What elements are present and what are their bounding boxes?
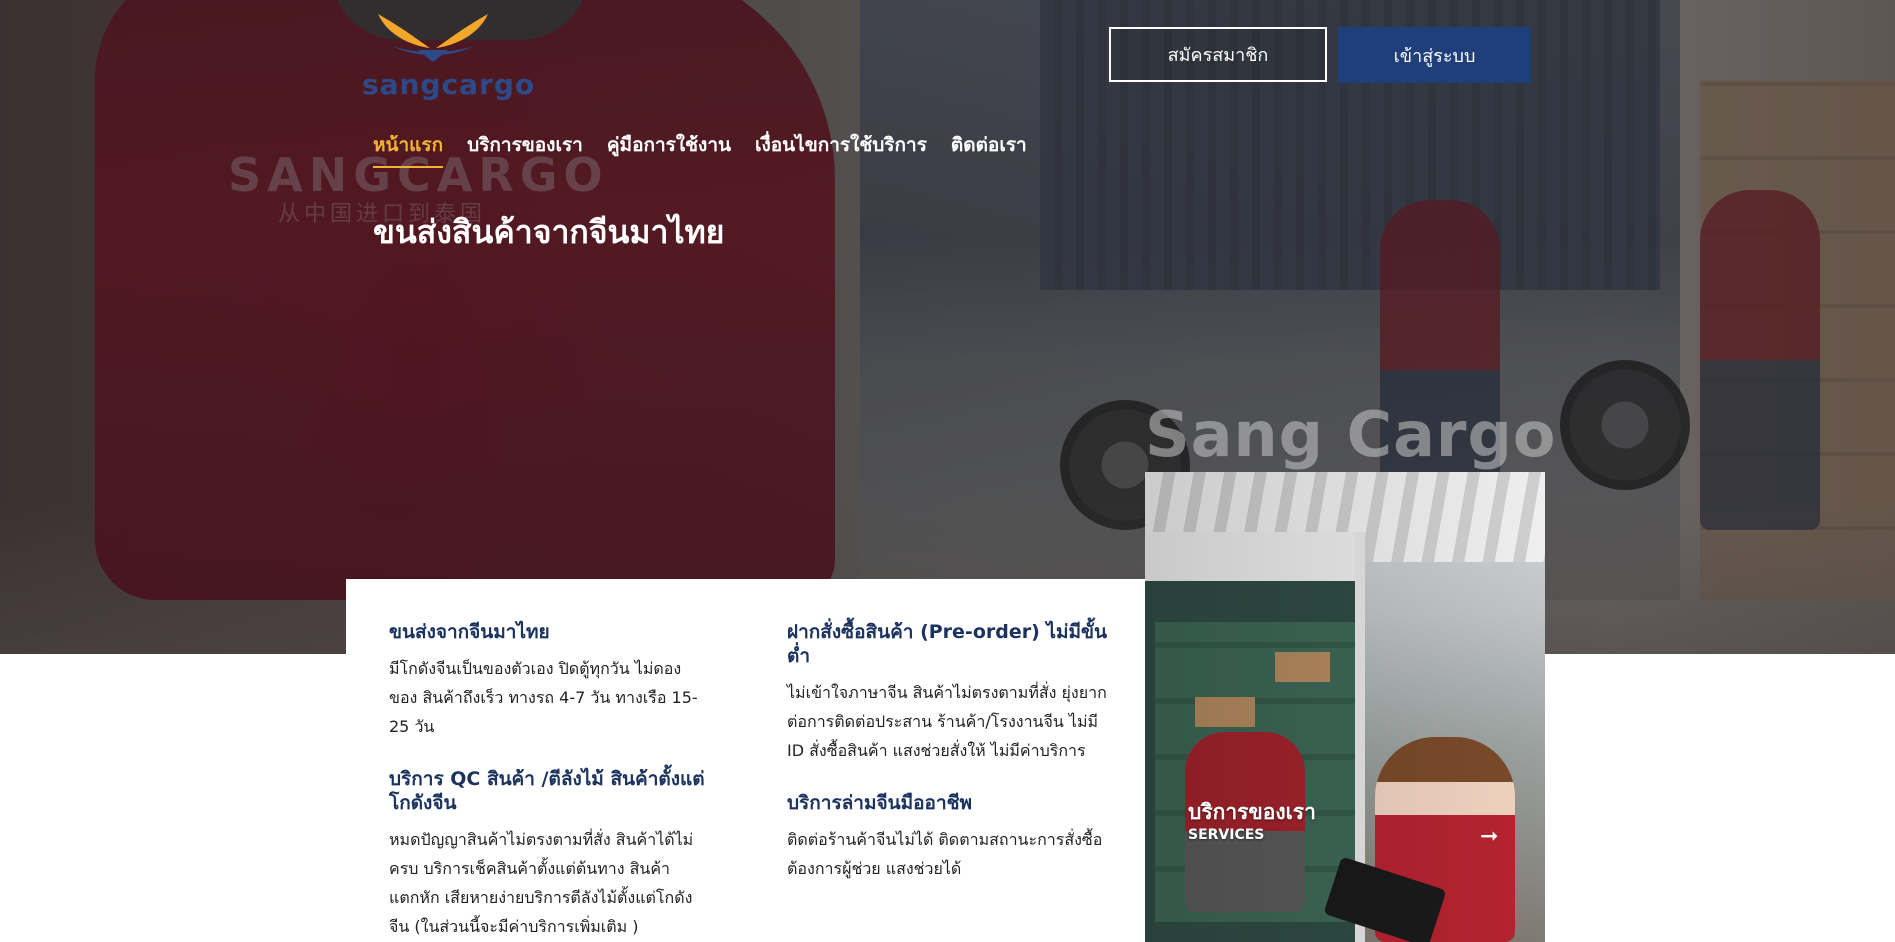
services-column-right: ฝากสั่งซื้อสินค้า (Pre-order) ไม่มีขั้นต…	[787, 620, 1107, 909]
services-photo-panel[interactable]	[1145, 472, 1545, 942]
service-item: ขนส่งจากจีนมาไทย มีโกดังจีนเป็นของตัวเอง…	[389, 620, 709, 741]
brand-big-title: Sang Cargo	[1145, 398, 1557, 471]
service-description: หมดปัญญาสินค้าไม่ตรงตามที่สั่ง สินค้าได้…	[389, 830, 694, 936]
panel-title[interactable]: บริการของเรา	[1188, 796, 1316, 829]
main-nav: หน้าแรก บริการของเรา คู่มือการใช้งาน เงื…	[373, 130, 1027, 168]
hero-title: ขนส่งสินค้าจากจีนมาไทย	[373, 213, 725, 251]
service-description: มีโกดังจีนเป็นของตัวเอง ปิดตู้ทุกวัน ไม่…	[389, 659, 698, 736]
login-button[interactable]: เข้าสู่ระบบ	[1338, 27, 1531, 83]
arrow-right-icon[interactable]: ➞	[1480, 824, 1498, 849]
nav-item-terms[interactable]: เงื่อนไขการใช้บริการ	[755, 130, 927, 168]
service-title[interactable]: ขนส่งจากจีนมาไทย	[389, 620, 709, 644]
service-item: บริการล่ามจีนมืออาชีพ ติดต่อร้านค้าจีนไม…	[787, 791, 1107, 883]
service-title[interactable]: บริการ QC สินค้า /ตีลังไม้ สินค้าตั้งแต่…	[389, 767, 709, 815]
nav-item-contact[interactable]: ติดต่อเรา	[951, 130, 1027, 168]
service-description: ไม่เข้าใจภาษาจีน สินค้าไม่ตรงตามที่สั่ง …	[787, 683, 1107, 760]
nav-item-services[interactable]: บริการของเรา	[467, 130, 583, 168]
services-column-left: ขนส่งจากจีนมาไทย มีโกดังจีนเป็นของตัวเอง…	[389, 620, 709, 942]
hero-overlay	[0, 0, 1895, 654]
service-title[interactable]: ฝากสั่งซื้อสินค้า (Pre-order) ไม่มีขั้นต…	[787, 620, 1107, 668]
service-title[interactable]: บริการล่ามจีนมืออาชีพ	[787, 791, 1107, 815]
nav-item-home[interactable]: หน้าแรก	[373, 130, 444, 168]
hero-banner: SANGCARGO 从中国进口到泰国	[0, 0, 1895, 654]
service-item: บริการ QC สินค้า /ตีลังไม้ สินค้าตั้งแต่…	[389, 767, 709, 941]
service-item: ฝากสั่งซื้อสินค้า (Pre-order) ไม่มีขั้นต…	[787, 620, 1107, 765]
panel-shade	[1145, 472, 1545, 942]
register-button[interactable]: สมัครสมาชิก	[1109, 27, 1327, 82]
nav-item-guide[interactable]: คู่มือการใช้งาน	[607, 130, 731, 168]
logo-text[interactable]: sangcargo	[362, 68, 535, 101]
panel-subtitle: SERVICES	[1188, 827, 1265, 843]
service-description: ติดต่อร้านค้าจีนไม่ได้ ติดตามสถานะการสั่…	[787, 830, 1103, 878]
